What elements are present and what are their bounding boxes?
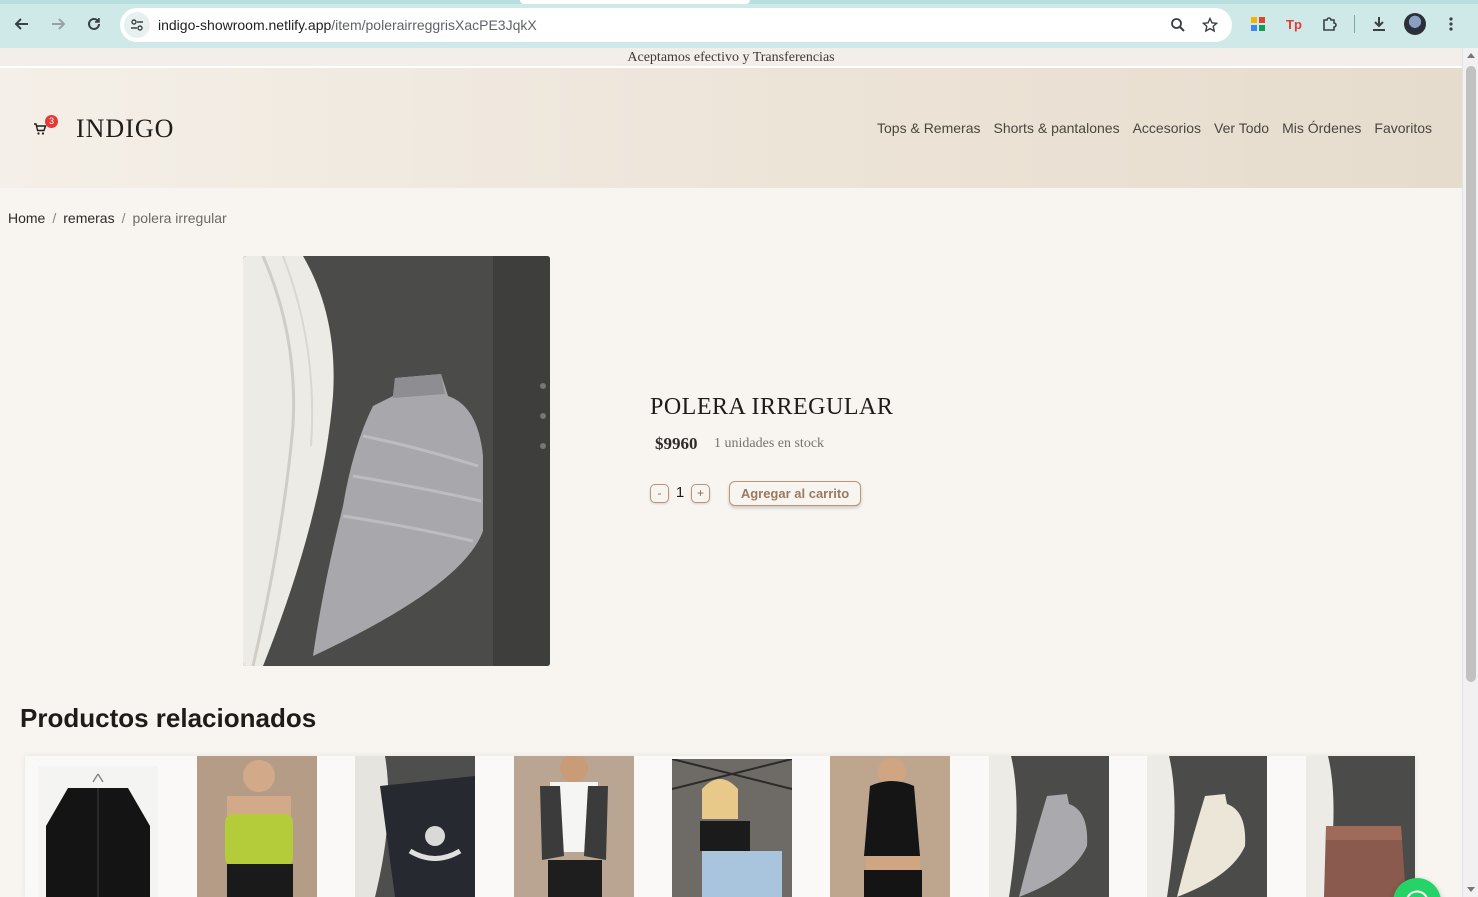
scroll-up-icon[interactable] [1467, 53, 1475, 58]
brand-logo[interactable]: INDIGO [76, 114, 174, 144]
related-product-card[interactable] [38, 766, 158, 897]
breadcrumb-separator: / [121, 210, 126, 226]
star-icon[interactable] [1198, 13, 1222, 37]
back-icon[interactable] [8, 10, 36, 38]
nav-accesorios[interactable]: Accesorios [1133, 120, 1201, 136]
menu-icon[interactable] [1437, 10, 1465, 38]
tp-icon[interactable]: Tp [1280, 10, 1308, 38]
url-path: /item/polerairreggrisXacPE3JqkX [331, 17, 537, 33]
address-bar[interactable]: indigo-showroom.netlify.app/item/polerai… [120, 8, 1232, 42]
nav-ver-todo[interactable]: Ver Todo [1214, 120, 1269, 136]
breadcrumb: Home / remeras / polera irregular [8, 210, 227, 226]
scroll-thumb[interactable] [1466, 66, 1476, 682]
extension-icon[interactable] [1244, 10, 1272, 38]
related-product-card[interactable] [672, 759, 792, 897]
cart-count-badge: 3 [45, 115, 58, 128]
announcement-bar: Aceptamos efectivo y Transferencias [0, 48, 1462, 68]
reload-icon[interactable] [80, 10, 108, 38]
nav-favoritos[interactable]: Favoritos [1374, 120, 1432, 136]
page-scrollbar[interactable] [1462, 48, 1478, 897]
web-page: Aceptamos efectivo y Transferencias 3 IN… [0, 48, 1462, 897]
scroll-down-icon[interactable] [1467, 887, 1475, 892]
related-products-carousel [25, 756, 1415, 897]
related-product-card[interactable] [355, 756, 475, 897]
add-to-cart-button[interactable]: Agregar al carrito [729, 481, 861, 506]
related-product-card[interactable] [1147, 756, 1267, 897]
related-product-card[interactable] [989, 756, 1109, 897]
site-settings-icon[interactable] [124, 12, 150, 38]
related-product-card[interactable] [514, 756, 634, 897]
breadcrumb-separator: / [52, 210, 57, 226]
toolbar-divider [1354, 15, 1355, 33]
related-product-card[interactable] [1306, 756, 1415, 897]
active-tab[interactable] [520, 0, 750, 4]
related-product-card[interactable] [830, 756, 950, 897]
related-products-title: Productos relacionados [20, 703, 317, 733]
profile-avatar[interactable] [1401, 10, 1429, 38]
breadcrumb-home[interactable]: Home [8, 210, 45, 226]
whatsapp-icon [1406, 890, 1428, 897]
breadcrumb-category[interactable]: remeras [63, 210, 114, 226]
download-icon[interactable] [1365, 10, 1393, 38]
quantity-increase-button[interactable]: + [691, 484, 710, 503]
puzzle-icon[interactable] [1316, 10, 1344, 38]
nav-shorts-pantalones[interactable]: Shorts & pantalones [993, 120, 1119, 136]
product-title: POLERA IRREGULAR [650, 394, 894, 420]
breadcrumb-current: polera irregular [132, 210, 227, 226]
nav-mis-ordenes[interactable]: Mis Órdenes [1282, 120, 1361, 136]
forward-icon[interactable] [44, 10, 72, 38]
quantity-decrease-button[interactable]: - [650, 484, 669, 503]
quantity-value: 1 [675, 484, 685, 501]
url-host: indigo-showroom.netlify.app [158, 17, 332, 33]
stock-info: 1 unidades en stock [714, 436, 825, 451]
site-header: 3 INDIGO Tops & Remeras Shorts & pantalo… [0, 68, 1462, 188]
product-price: $9960 [655, 434, 698, 453]
product-image[interactable] [243, 256, 550, 666]
related-product-card[interactable] [197, 756, 317, 897]
nav-tops-remeras[interactable]: Tops & Remeras [877, 120, 980, 136]
zoom-icon[interactable] [1166, 13, 1190, 37]
cart-button[interactable]: 3 [33, 115, 58, 138]
url-text[interactable]: indigo-showroom.netlify.app/item/polerai… [158, 17, 537, 33]
browser-toolbar: indigo-showroom.netlify.app/item/polerai… [0, 0, 1478, 48]
svg-text:Tp: Tp [1286, 17, 1302, 32]
main-nav: Tops & Remeras Shorts & pantalones Acces… [877, 120, 1432, 136]
